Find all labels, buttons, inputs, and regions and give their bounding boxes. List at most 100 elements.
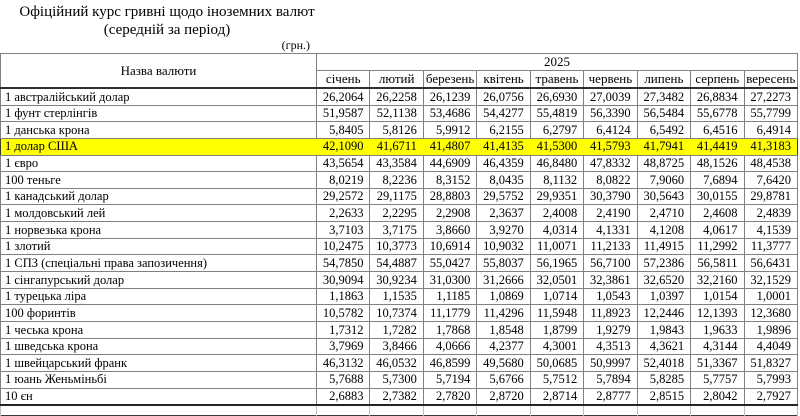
rate-cell: 2,8720 [477, 388, 530, 405]
empty-cell [637, 405, 690, 416]
rate-cell: 1,7868 [423, 321, 476, 338]
table-row: 100 теньге8,02198,22368,31528,04358,1132… [1, 172, 798, 189]
rate-cell: 32,0501 [530, 272, 583, 289]
rate-cell: 11,5948 [530, 305, 583, 322]
rate-cell: 43,3584 [370, 155, 423, 172]
currency-name-cell: 1 австралійський долар [1, 88, 317, 105]
rate-cell: 30,0155 [691, 188, 744, 205]
currency-name-cell: 1 норвезька крона [1, 222, 317, 239]
month-header-9: вересень [744, 71, 798, 89]
empty-cell [477, 405, 530, 416]
rate-cell: 50,0685 [530, 355, 583, 372]
rate-cell: 3,7175 [370, 222, 423, 239]
rate-cell: 2,4710 [637, 205, 690, 222]
month-header-1: січень [317, 71, 370, 89]
rate-cell: 1,9896 [744, 321, 798, 338]
table-row: 1 канадський долар29,257229,117528,88032… [1, 188, 798, 205]
table-row: 100 форинтів10,578210,737411,177911,4296… [1, 305, 798, 322]
rate-cell: 42,1090 [317, 138, 370, 155]
rate-cell: 2,2295 [370, 205, 423, 222]
rate-cell: 10,2475 [317, 238, 370, 255]
rate-cell: 11,2133 [584, 238, 637, 255]
rate-cell: 10,3773 [370, 238, 423, 255]
rate-cell: 26,0756 [477, 88, 530, 105]
rate-cell: 56,6431 [744, 255, 798, 272]
rate-cell: 6,5492 [637, 122, 690, 139]
rate-cell: 6,4516 [691, 122, 744, 139]
empty-cell [370, 405, 423, 416]
rate-cell: 26,6930 [530, 88, 583, 105]
rate-cell: 55,7799 [744, 105, 798, 122]
rate-cell: 29,8781 [744, 188, 798, 205]
table-row: 1 чеська крона1,73121,72821,78681,85481,… [1, 321, 798, 338]
currency-name-cell: 1 шведська крона [1, 338, 317, 355]
rate-cell: 11,1779 [423, 305, 476, 322]
rate-cell: 1,0869 [477, 288, 530, 305]
rate-cell: 5,7894 [584, 371, 637, 388]
rate-cell: 12,1393 [691, 305, 744, 322]
table-body: 1 австралійський долар26,206426,225826,1… [1, 88, 798, 416]
rate-cell: 4,3621 [637, 338, 690, 355]
rate-cell: 1,0543 [584, 288, 637, 305]
currency-name-cell: 10 єн [1, 388, 317, 405]
rate-cell: 8,0219 [317, 172, 370, 189]
rate-cell: 53,4686 [423, 105, 476, 122]
empty-cell [423, 405, 476, 416]
rate-cell: 2,7927 [744, 388, 798, 405]
rate-cell: 10,9032 [477, 238, 530, 255]
rate-cell: 29,2572 [317, 188, 370, 205]
rate-cell: 2,8042 [691, 388, 744, 405]
rate-cell: 32,3861 [584, 272, 637, 289]
table-row: 1 молдовський лей2,26332,22952,29082,363… [1, 205, 798, 222]
page-title-line1: Офіційний курс гривні щодо іноземних вал… [0, 3, 334, 21]
exchange-rate-table: Назва валюти 2025 січеньлютийберезенькві… [0, 53, 798, 416]
rate-cell: 56,7100 [584, 255, 637, 272]
rate-cell: 32,1529 [744, 272, 798, 289]
table-row: 1 турецька ліра1,18631,15351,11851,08691… [1, 288, 798, 305]
table-row: 1 долар США42,109041,671141,480741,41354… [1, 138, 798, 155]
rate-cell: 4,0666 [423, 338, 476, 355]
empty-cell [317, 405, 370, 416]
rate-cell: 46,3132 [317, 355, 370, 372]
currency-name-cell: 1 турецька ліра [1, 288, 317, 305]
month-header-6: червень [584, 71, 637, 89]
rate-cell: 10,7374 [370, 305, 423, 322]
rate-cell: 5,6766 [477, 371, 530, 388]
rate-cell: 41,3183 [744, 138, 798, 155]
rate-cell: 41,6711 [370, 138, 423, 155]
rate-cell: 46,4359 [477, 155, 530, 172]
table-row: 1 швейцарський франк46,313246,053246,859… [1, 355, 798, 372]
month-header-8: серпень [691, 71, 744, 89]
rate-cell: 27,3482 [637, 88, 690, 105]
rate-cell: 1,1185 [423, 288, 476, 305]
currency-name-cell: 1 сінгапурський долар [1, 272, 317, 289]
rate-cell: 6,4914 [744, 122, 798, 139]
unit-label: (грн.) [0, 39, 310, 53]
currency-name-cell: 1 данська крона [1, 122, 317, 139]
rate-cell: 48,4538 [744, 155, 798, 172]
currency-name-cell: 1 фунт стерлінгів [1, 105, 317, 122]
rate-cell: 10,5782 [317, 305, 370, 322]
rate-cell: 12,2446 [637, 305, 690, 322]
rate-cell: 41,4419 [691, 138, 744, 155]
rate-cell: 10,6914 [423, 238, 476, 255]
rate-cell: 8,0822 [584, 172, 637, 189]
rate-cell: 2,7382 [370, 388, 423, 405]
table-row: 1 євро43,565443,358444,690946,435946,848… [1, 155, 798, 172]
rate-cell: 12,3680 [744, 305, 798, 322]
rate-cell: 31,2666 [477, 272, 530, 289]
rate-cell: 55,8037 [477, 255, 530, 272]
rate-cell: 1,1535 [370, 288, 423, 305]
rate-cell: 32,2160 [691, 272, 744, 289]
rate-cell: 8,0435 [477, 172, 530, 189]
rate-cell: 8,3152 [423, 172, 476, 189]
rate-cell: 4,4049 [744, 338, 798, 355]
rate-cell: 31,0300 [423, 272, 476, 289]
table-row: 1 СПЗ (спеціальні права запозичення)54,7… [1, 255, 798, 272]
cutoff-empty-row [1, 405, 798, 416]
month-header-3: березень [423, 71, 476, 89]
rate-cell: 5,9912 [423, 122, 476, 139]
table-row: 1 норвезька крона3,71033,71753,86603,927… [1, 222, 798, 239]
rate-cell: 46,8599 [423, 355, 476, 372]
empty-cell [691, 405, 744, 416]
